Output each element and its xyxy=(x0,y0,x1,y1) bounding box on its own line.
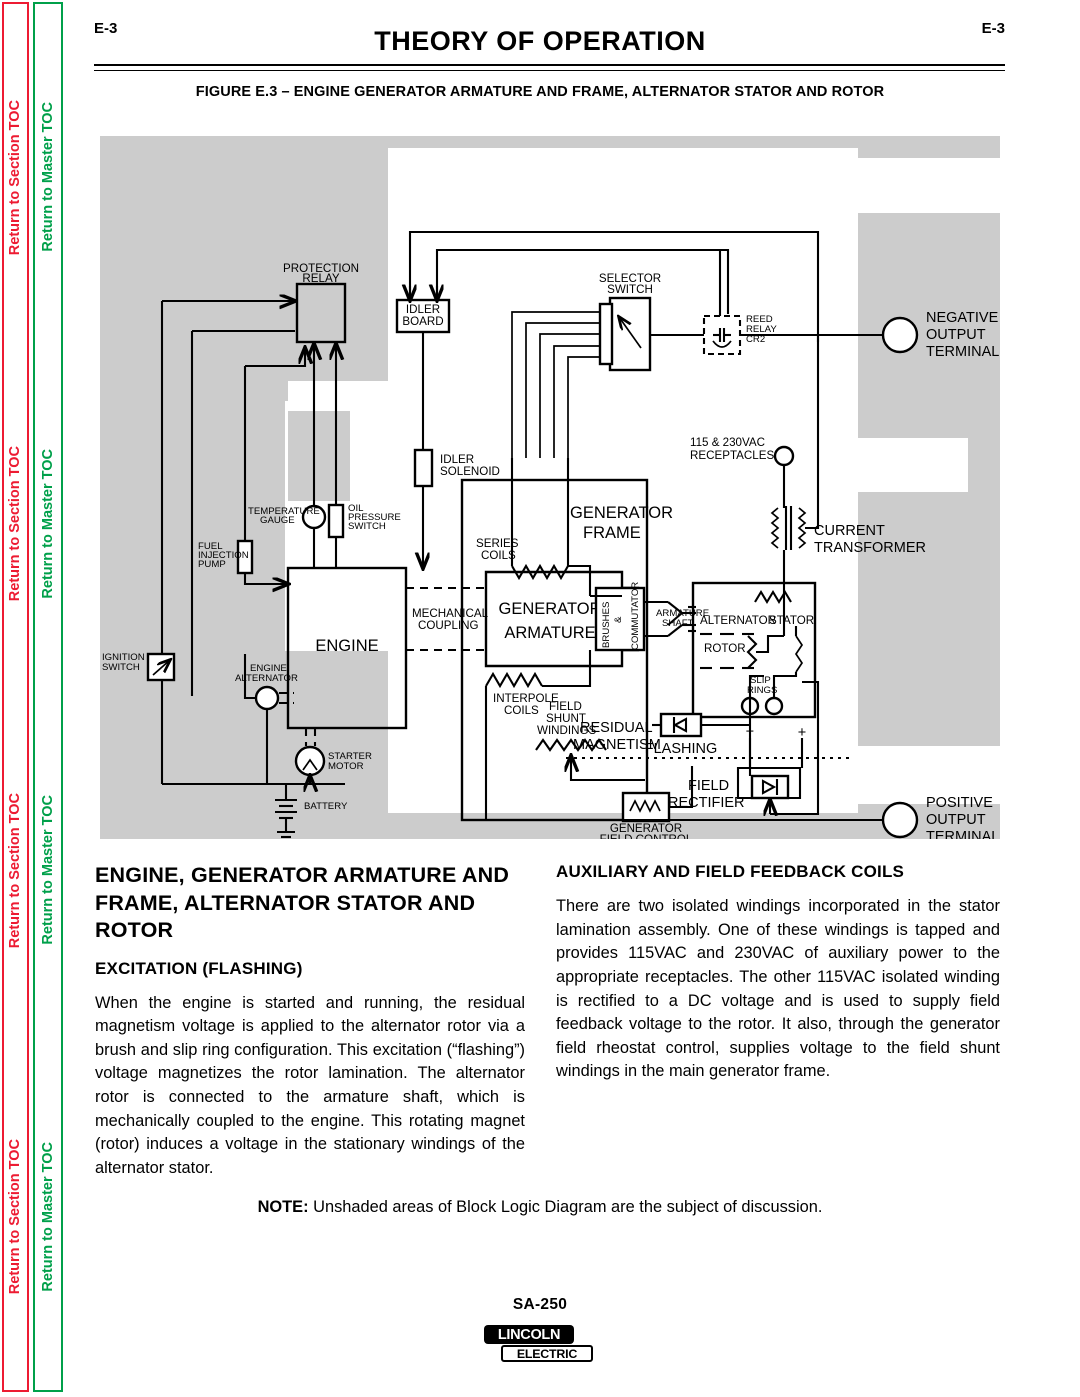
series-coils-label-line2: COILS xyxy=(481,549,516,562)
current-transformer-label-line2: TRANSFORMER xyxy=(814,540,926,556)
negative-output-label-line1: NEGATIVE xyxy=(926,310,999,326)
alternator-label: ALTERNATOR xyxy=(700,614,776,627)
receptacles-label-line2: RECEPTACLES xyxy=(690,449,774,462)
generator-frame-label-line2: FRAME xyxy=(583,524,641,542)
block-logic-diagram: .wire{fill:none;stroke:#000;stroke-width… xyxy=(100,136,1000,839)
model-id: SA-250 xyxy=(512,1296,568,1313)
sidebar-item-label: Return to Section TOC xyxy=(7,792,24,948)
negative-output-label-line3: TERMINAL xyxy=(926,344,999,360)
receptacles-label-line1: 115 & 230VAC xyxy=(690,436,765,449)
right-text-column: AUXILIARY AND FIELD FEEDBACK COILS There… xyxy=(556,862,1000,1084)
left-sub-title: EXCITATION (FLASHING) xyxy=(95,958,303,978)
mechanical-coupling-label-line2: COUPLING xyxy=(418,619,479,632)
negative-output-label-line2: OUTPUT xyxy=(926,327,986,343)
sidebar-item-label: Return to Master TOC xyxy=(39,102,56,253)
idler-board-label-line2: BOARD xyxy=(402,315,443,328)
positive-output-label-line3: TERMINAL xyxy=(926,829,999,839)
slip-rings-label-line2: RINGS xyxy=(747,685,777,696)
engine-label: ENGINE xyxy=(315,637,378,655)
idler-board-block: IDLER BOARD xyxy=(395,298,451,334)
header-divider xyxy=(94,64,1005,71)
logo-electric-text: ELECTRIC xyxy=(516,1346,578,1361)
field-rectifier-label-line1: FIELD xyxy=(688,778,729,794)
left-paragraph: When the engine is started and running, … xyxy=(95,993,525,1177)
logo-lincoln-bar: LINCOLN ® xyxy=(484,1325,588,1344)
field-rectifier-label-line2: RECTIFIER xyxy=(668,795,745,811)
protection-relay-label-line2: RELAY xyxy=(302,272,339,285)
lincoln-electric-logo: LINCOLN ® ELECTRIC xyxy=(484,1325,596,1362)
logo-lincoln-text: LINCOLN xyxy=(497,1326,561,1343)
note-text: Unshaded areas of Block Logic Diagram ar… xyxy=(313,1198,823,1216)
right-section-title: AUXILIARY AND FIELD FEEDBACK COILS xyxy=(556,862,905,881)
positive-output-label-line1: POSITIVE xyxy=(926,795,993,811)
sidebar-item-label: Return to Section TOC xyxy=(7,99,24,255)
brushes-commutator-block: BRUSHES & COMMUTATOR xyxy=(594,582,646,652)
current-transformer-label-line1: CURRENT xyxy=(814,523,885,539)
rotor-label: ROTOR xyxy=(704,642,746,655)
left-section-title: ENGINE, GENERATOR ARMATURE AND FRAME, AL… xyxy=(95,863,510,943)
temperature-gauge-label-line2: GAUGE xyxy=(260,515,295,526)
note-line: NOTE: Unshaded areas of Block Logic Diag… xyxy=(0,1198,1080,1217)
residual-magnetism-label-line1: RESIDUAL xyxy=(580,720,653,736)
selector-switch-label-line2: SWITCH xyxy=(607,283,653,296)
sidebar-item-label: Return to Section TOC xyxy=(7,446,24,602)
flashing-label: FLASHING xyxy=(645,741,718,757)
sidebar-return-to-section-toc[interactable]: Return to Section TOC Return to Section … xyxy=(2,2,29,1392)
registered-trademark-icon: ® xyxy=(577,1327,588,1343)
sidebar-item-label: Return to Master TOC xyxy=(39,448,56,599)
sidebar-item-label: Return to Master TOC xyxy=(39,795,56,946)
positive-output-label-line2: OUTPUT xyxy=(926,812,986,828)
starter-motor-label-line2: MOTOR xyxy=(328,761,364,772)
stator-label: STATOR xyxy=(769,614,814,627)
fuel-injection-pump-label-line3: PUMP xyxy=(198,559,226,570)
battery-label: BATTERY xyxy=(304,801,348,812)
idler-solenoid-label-line2: SOLENOID xyxy=(440,465,500,478)
ignition-switch-label-line2: SWITCH xyxy=(102,662,140,673)
sidebar-return-to-master-toc[interactable]: Return to Master TOC Return to Master TO… xyxy=(33,2,63,1392)
temperature-gauge-block: TEMPERATURE GAUGE xyxy=(248,504,327,530)
right-paragraph: There are two isolated windings incorpor… xyxy=(556,897,1000,1081)
oil-pressure-switch-label-line3: SWITCH xyxy=(348,521,386,532)
page-title: THEORY OF OPERATION xyxy=(374,26,706,56)
generator-armature-label-line1: GENERATOR xyxy=(499,600,602,618)
negative-output-terminal: NEGATIVE OUTPUT TERMINAL xyxy=(881,310,999,360)
brushes-ampersand: & xyxy=(613,616,624,623)
commutator-label: COMMUTATOR xyxy=(630,582,641,650)
generator-field-control-label-line2: FIELD CONTROL xyxy=(600,833,693,839)
figure-caption: FIGURE E.3 – ENGINE GENERATOR ARMATURE A… xyxy=(195,84,885,100)
left-text-column: ENGINE, GENERATOR ARMATURE AND FRAME, AL… xyxy=(95,862,525,1181)
generator-frame-label-line1: GENERATOR xyxy=(570,504,673,522)
generator-armature-label-line2: ARMATURE xyxy=(504,624,595,642)
logo-electric-bar: ELECTRIC xyxy=(501,1345,593,1362)
brushes-label: BRUSHES xyxy=(601,602,612,648)
interpole-coils-label-line2: COILS xyxy=(504,704,539,717)
note-label: NOTE: xyxy=(257,1198,309,1216)
